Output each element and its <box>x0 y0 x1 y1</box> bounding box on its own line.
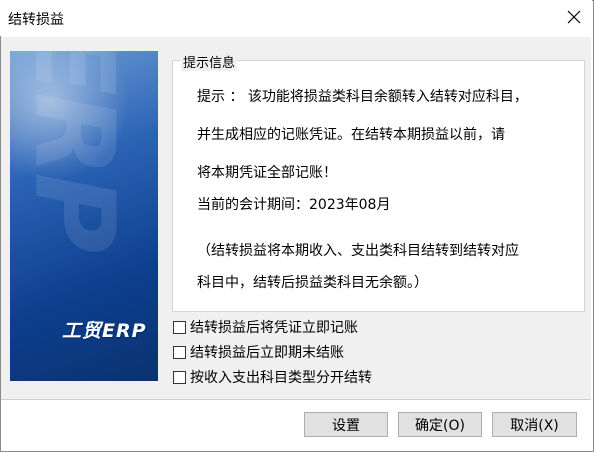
checkbox[interactable] <box>173 345 186 359</box>
info-text-line: 科目中，结转后损益类科目无余额。） <box>197 275 428 291</box>
erp-logo: 工贸ERP <box>62 320 147 342</box>
info-text-line: 将本期凭证全部记账！ <box>197 165 337 181</box>
settings-button[interactable]: 设置 <box>304 412 388 437</box>
cancel-button[interactable]: 取消(X) <box>492 412 577 437</box>
info-text-line: 提示 ： 该功能将损益类科目余额转入结转对应科目， <box>197 89 528 105</box>
info-text-line: （结转损益将本期收入、支出类科目结转到结转对应 <box>197 243 519 259</box>
accounting-period-text: 当前的会计期间：2023年08月 <box>197 197 391 213</box>
checkbox[interactable] <box>173 320 186 334</box>
close-icon[interactable] <box>566 9 582 25</box>
checkbox[interactable] <box>173 370 186 384</box>
erp-banner-image: ERP 工贸ERP <box>10 51 158 381</box>
option-period-close[interactable]: 结转损益后立即期末结账 <box>173 343 344 361</box>
info-group-legend: 提示信息 <box>181 52 238 71</box>
option-label: 结转损益后将凭证立即记账 <box>190 320 358 336</box>
option-separate-transfer[interactable]: 按收入支出科目类型分开结转 <box>173 368 372 386</box>
banner-watermark: ERP <box>10 51 138 250</box>
option-post-voucher[interactable]: 结转损益后将凭证立即记账 <box>173 318 358 336</box>
title-bar: 结转损益 <box>0 0 592 36</box>
option-label: 按收入支出科目类型分开结转 <box>190 370 372 386</box>
option-label: 结转损益后立即期末结账 <box>190 345 344 361</box>
ok-button[interactable]: 确定(O) <box>398 412 482 437</box>
info-text-line: 并生成相应的记账凭证。在结转本期损益以前，请 <box>197 127 505 143</box>
dialog-title: 结转损益 <box>8 12 64 28</box>
